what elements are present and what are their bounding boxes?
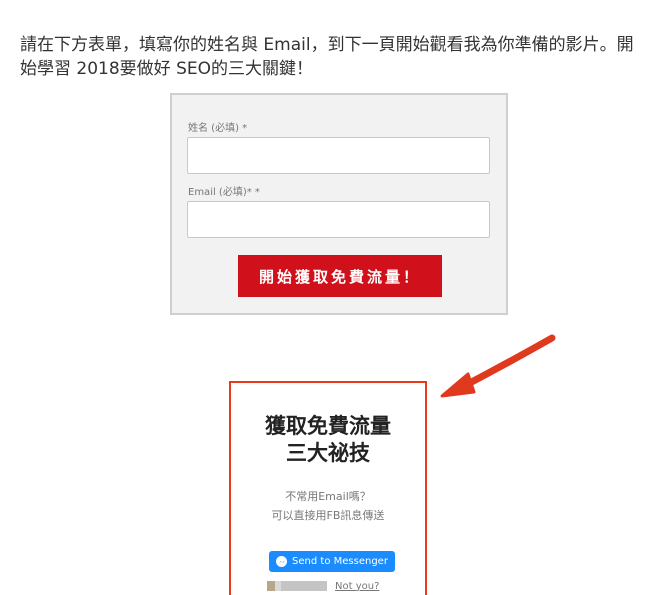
submit-button[interactable]: 開始獲取免費流量！ [238, 255, 442, 297]
intro-text: 請在下方表單，填寫你的姓名與 Email，到下一頁開始觀看我為你準備的影片。開始… [20, 35, 634, 79]
not-you-link[interactable]: Not you? [335, 581, 379, 592]
promo-title: 獲取免費流量 三大祕技 [231, 413, 425, 467]
promo-title-line2: 三大祕技 [286, 441, 370, 465]
name-input[interactable] [187, 137, 490, 174]
promo-subtitle-line1: 不常用Email嗎？ [285, 490, 371, 503]
promo-subtitle-line2: 可以直接用FB訊息傳送 [271, 509, 385, 522]
messenger-optin-preview: 獲取免費流量 三大祕技 不常用Email嗎？ 可以直接用FB訊息傳送 Send … [229, 381, 427, 595]
promo-title-line1: 獲取免費流量 [265, 414, 391, 438]
email-input[interactable] [187, 201, 490, 238]
name-field-label: 姓名 (必填) * [188, 123, 248, 134]
messenger-icon [276, 556, 288, 567]
user-row: Not you? [267, 579, 379, 593]
send-to-messenger-button[interactable]: Send to Messenger [269, 551, 395, 572]
signup-form: 姓名 (必填) * Email (必填)* * 開始獲取免費流量！ [170, 93, 508, 315]
email-field-label: Email (必填)* * [188, 187, 260, 198]
blurred-user-avatar [267, 581, 327, 591]
arrow-pointing-left-icon [440, 334, 556, 398]
send-to-messenger-label: Send to Messenger [292, 556, 388, 567]
promo-subtitle: 不常用Email嗎？ 可以直接用FB訊息傳送 [231, 487, 425, 525]
